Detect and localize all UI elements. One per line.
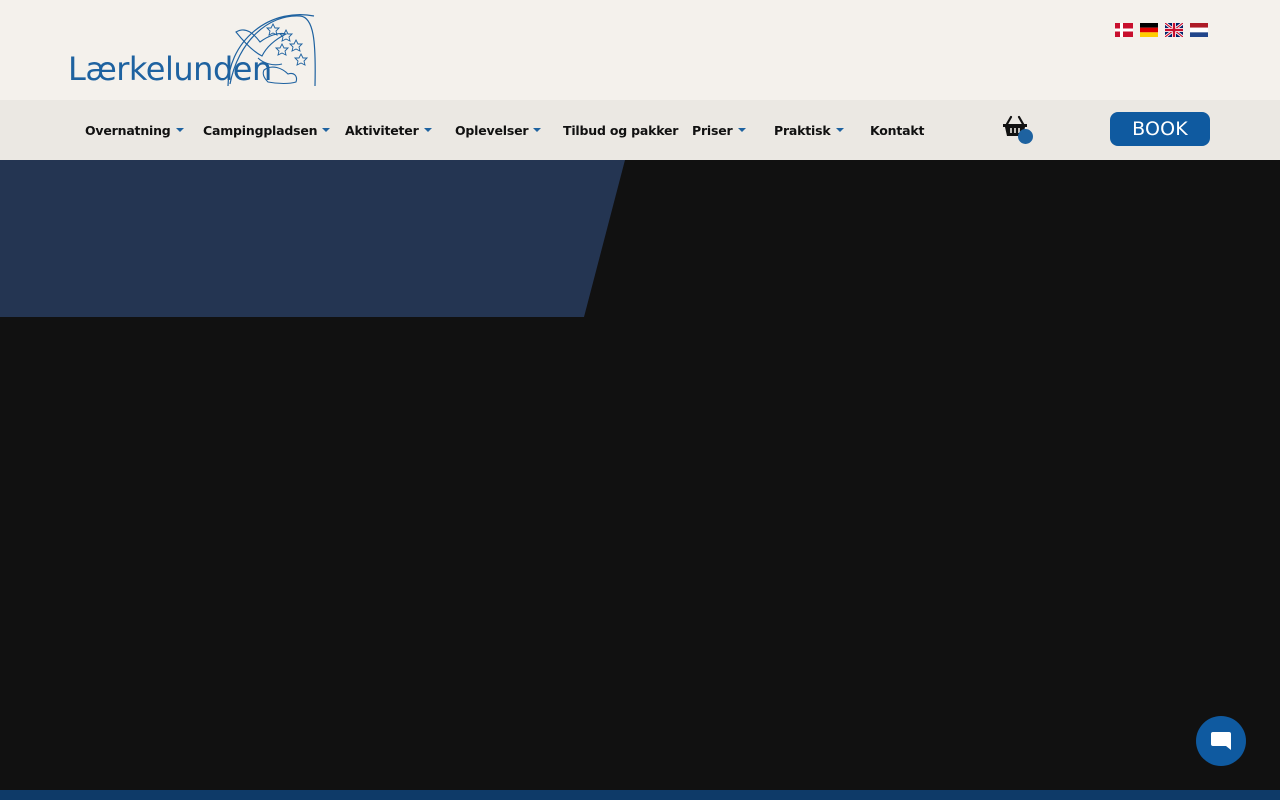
nav-item-oplevelser[interactable]: Oplevelser (455, 100, 542, 160)
nav-item-aktiviteter[interactable]: Aktiviteter (345, 100, 432, 160)
book-button[interactable]: BOOK (1110, 112, 1210, 146)
caret-down-icon (835, 128, 844, 132)
nav-item-kontakt[interactable]: Kontakt (870, 100, 924, 160)
caret-down-icon (322, 128, 331, 132)
hero-angled-panel (0, 160, 625, 317)
caret-down-icon (423, 128, 432, 132)
nav-item-label: Aktiviteter (345, 122, 419, 138)
site-logo[interactable]: Lærkelunden (68, 12, 318, 90)
nav-item-label: Oplevelser (455, 122, 529, 138)
cart-button[interactable] (1002, 115, 1036, 145)
logo-text: Lærkelunden (68, 50, 272, 88)
nav-item-label: Tilbud og pakker (563, 122, 679, 138)
main-navigation: Overnatning Campingpladsen Aktiviteter O… (0, 100, 1280, 160)
dutch-flag-icon[interactable] (1190, 23, 1208, 37)
cart-count-badge (1018, 129, 1033, 144)
nav-item-tilbud-og-pakker[interactable]: Tilbud og pakker (563, 100, 678, 160)
nav-item-label: Praktisk (774, 122, 831, 138)
chat-bubble-icon (1211, 732, 1231, 750)
language-switcher (1115, 23, 1208, 37)
nav-item-label: Overnatning (85, 122, 171, 138)
top-header: Lærkelunden (0, 0, 1280, 100)
hero-section (0, 160, 1280, 790)
danish-flag-icon[interactable] (1115, 23, 1133, 37)
nav-item-campingpladsen[interactable]: Campingpladsen (203, 100, 331, 160)
uk-flag-icon[interactable] (1165, 23, 1183, 37)
nav-item-priser[interactable]: Priser (692, 100, 746, 160)
nav-item-praktisk[interactable]: Praktisk (774, 100, 844, 160)
nav-item-label: Campingpladsen (203, 122, 318, 138)
caret-down-icon (737, 128, 746, 132)
chat-button[interactable] (1196, 716, 1246, 766)
caret-down-icon (175, 128, 184, 132)
nav-item-label: Kontakt (870, 122, 925, 138)
nav-item-overnatning[interactable]: Overnatning (85, 100, 184, 160)
german-flag-icon[interactable] (1140, 23, 1158, 37)
caret-down-icon (533, 128, 542, 132)
footer-strip (0, 790, 1280, 800)
nav-item-label: Priser (692, 122, 733, 138)
